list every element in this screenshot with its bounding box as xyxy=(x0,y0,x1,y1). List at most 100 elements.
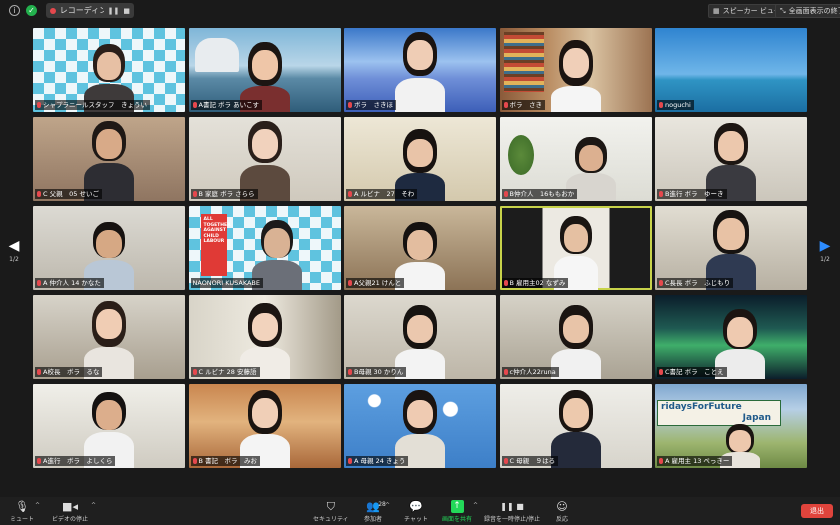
fff-banner: ridaysForFuture Japan xyxy=(657,400,781,426)
participants-icon: 👥 28 xyxy=(366,500,386,513)
pause-recording-icon[interactable]: ❚❚ xyxy=(108,7,120,15)
participant-name-label: C書記 ボラ ことえ xyxy=(657,367,727,377)
video-camera-icon: ■◂ xyxy=(62,500,78,513)
recording-indicator[interactable]: レコーディング... ❚❚ ■ xyxy=(46,3,134,18)
previous-page-button[interactable]: ◀ 1/2 xyxy=(7,238,21,274)
video-tile[interactable]: noguchi xyxy=(655,28,807,112)
grid-view-icon: ▦ xyxy=(713,7,720,15)
stop-video-button[interactable]: ■◂ ビデオの停止 ^ xyxy=(52,500,96,523)
background-plant xyxy=(507,135,534,175)
video-tile[interactable]: A書記 ボラ あいこす xyxy=(188,28,341,112)
video-stop-label: ビデオの停止 xyxy=(52,516,89,523)
chevron-left-icon: ◀ xyxy=(8,238,20,254)
video-tile[interactable]: ridaysForFuture Japan A 雇用主 13 ぺっきー xyxy=(655,384,807,468)
chevron-right-icon: ▶ xyxy=(819,238,831,254)
page-indicator-right: 1/2 xyxy=(820,256,830,263)
participant-name-label: B 家庭 ボラ さらら xyxy=(190,189,258,199)
video-tile[interactable]: A父親21 けんと xyxy=(344,206,496,290)
video-tile[interactable]: C ルビナ 28 安藤語 xyxy=(188,295,341,379)
video-tile[interactable]: C長長 ボラ ふじもり xyxy=(655,206,807,290)
video-tile[interactable]: ボラ さきほ xyxy=(344,28,496,112)
video-tile[interactable]: ボラ さき xyxy=(499,28,652,112)
leave-meeting-button[interactable]: 退出 xyxy=(801,504,833,518)
video-tile[interactable]: B 書記 ボラ みお xyxy=(188,384,341,468)
participant-name-label: シャプラニールスタッフ きょうい xyxy=(35,100,150,110)
muted-mic-icon xyxy=(503,102,508,108)
shield-check-icon[interactable]: ✓ xyxy=(26,5,37,16)
muted-mic-icon xyxy=(37,280,41,286)
muted-mic-icon xyxy=(37,191,41,197)
muted-mic-icon xyxy=(348,191,352,197)
speaker-view-label: スピーカー ビュー xyxy=(722,7,781,15)
muted-mic-icon xyxy=(503,280,508,286)
participant-name-label: C長長 ボラ ふじもり xyxy=(657,278,734,288)
muted-mic-icon xyxy=(348,102,352,108)
video-tile[interactable]: ALL TOGETHER AGAINST CHILD LABOUR NAONOR… xyxy=(188,206,341,290)
security-label: セキュリティ xyxy=(313,516,349,523)
participant-name-label: NAONORI KUSAKABE xyxy=(190,278,263,288)
muted-mic-icon xyxy=(348,458,352,464)
participant-video xyxy=(550,40,601,112)
participant-name-label: A 母親 24 きょう xyxy=(346,456,409,466)
video-tile[interactable]: A進行 ボラ よしくら xyxy=(33,384,185,468)
participant-name-label: ボラ さき xyxy=(501,100,545,110)
video-tile[interactable]: A 母親 24 きょう xyxy=(344,384,496,468)
recording-dot-icon xyxy=(50,7,56,14)
video-tile[interactable]: A校長 ボラ るな xyxy=(33,295,185,379)
muted-mic-icon xyxy=(348,280,352,286)
participant-name-label: B 雇用主02 なずみ xyxy=(501,278,569,288)
participant-video xyxy=(395,32,445,112)
exit-fullscreen-icon: ⤡ xyxy=(780,6,786,15)
muted-mic-icon xyxy=(37,369,41,375)
info-icon[interactable]: i xyxy=(9,5,20,16)
muted-mic-icon xyxy=(37,102,41,108)
reactions-label: 反応 xyxy=(556,516,569,523)
video-tile[interactable]: C書記 ボラ ことえ xyxy=(655,295,807,379)
video-tile[interactable]: B進行 ボラ ゆーき xyxy=(655,117,807,201)
participant-name-label: B仲介人 16ももおか xyxy=(501,189,578,199)
video-tile[interactable]: c仲介人22runa xyxy=(499,295,652,379)
muted-mic-icon xyxy=(659,369,663,375)
next-page-button[interactable]: ▶ 1/2 xyxy=(818,238,832,274)
mute-label: ミュート xyxy=(10,516,35,523)
video-tile[interactable]: C 父親 05 せいご xyxy=(33,117,185,201)
video-tile[interactable]: B母親 30 かりん xyxy=(344,295,496,379)
participant-name-label: B 書記 ボラ みお xyxy=(190,456,261,466)
top-bar: i ✓ レコーディング... ❚❚ ■ ▦ スピーカー ビュー ⤡ 全画面表示の… xyxy=(0,0,840,22)
video-tile[interactable]: B仲介人 16ももおか xyxy=(499,117,652,201)
chevron-up-icon[interactable]: ^ xyxy=(385,502,390,509)
video-tile[interactable]: B 家庭 ボラ さらら xyxy=(188,117,341,201)
share-screen-button[interactable]: ↑ 画面を共有 ^ xyxy=(442,500,478,523)
chat-button[interactable]: 💬 チャット xyxy=(404,500,428,523)
reactions-button[interactable]: ☺ 反応 xyxy=(556,500,568,523)
video-tile[interactable]: A 仲介人 14 かなた xyxy=(33,206,185,290)
chevron-up-icon[interactable]: ^ xyxy=(35,502,40,509)
participants-button[interactable]: 👥 28 参加者 ^ xyxy=(364,500,390,523)
background-bookshelf xyxy=(503,32,544,92)
pause-recording-button[interactable]: ❚❚ ■ 録音を一時停止/停止 xyxy=(484,500,540,523)
muted-mic-icon xyxy=(659,458,663,464)
muted-mic-icon xyxy=(348,369,352,375)
pause-stop-recording-icon: ❚❚ ■ xyxy=(500,502,524,511)
participant-name-label: c仲介人22runa xyxy=(501,367,559,377)
chevron-up-icon[interactable]: ^ xyxy=(473,502,478,509)
participant-name-label: B進行 ボラ ゆーき xyxy=(657,189,727,199)
background-building xyxy=(194,38,239,72)
video-tile[interactable]: シャプラニールスタッフ きょうい xyxy=(33,28,185,112)
chat-label: チャット xyxy=(404,516,428,523)
pause-recording-label: 録音を一時停止/停止 xyxy=(484,516,541,523)
participant-name-label: A父親21 けんと xyxy=(346,278,405,288)
video-tile[interactable]: C 母親 ９はる xyxy=(499,384,652,468)
security-button[interactable]: ⛉ セキュリティ xyxy=(313,500,349,523)
chevron-up-icon[interactable]: ^ xyxy=(91,502,96,509)
video-tile[interactable]: A ルビナ 27 そわ xyxy=(344,117,496,201)
participant-name-label: C ルビナ 28 安藤語 xyxy=(190,367,260,377)
muted-mic-icon xyxy=(503,369,508,375)
mute-button[interactable]: 🎙 ミュート ^ xyxy=(10,500,40,523)
stop-recording-icon[interactable]: ■ xyxy=(123,7,130,15)
exit-fullscreen-button[interactable]: ⤡ 全画面表示の終了 xyxy=(775,4,840,18)
muted-mic-icon xyxy=(192,191,197,197)
video-tile-active-speaker[interactable]: B 雇用主02 なずみ xyxy=(499,206,652,290)
muted-mic-icon xyxy=(503,458,508,464)
muted-mic-icon xyxy=(37,458,41,464)
